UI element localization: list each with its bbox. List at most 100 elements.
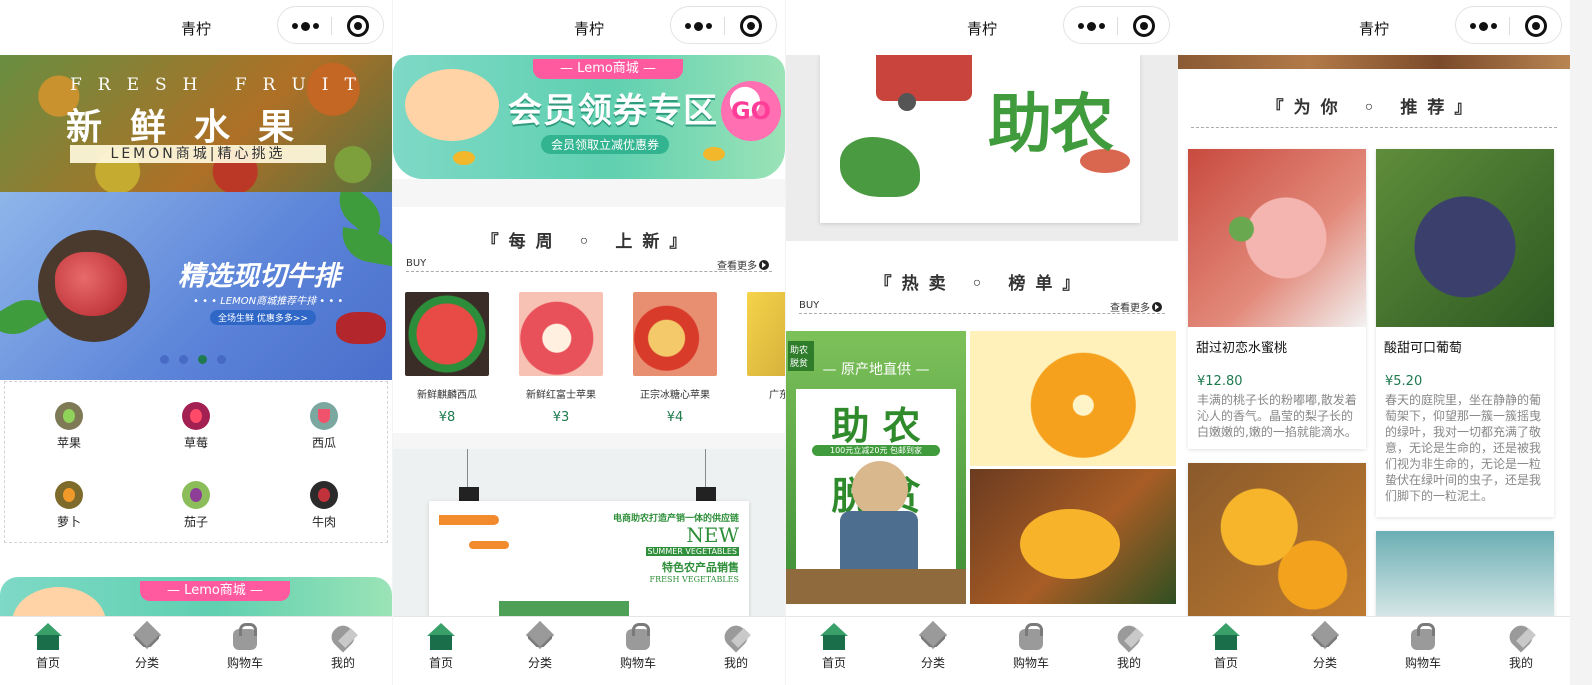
more-icon[interactable] [1470, 19, 1504, 33]
tab-label: 分类 [527, 656, 552, 670]
tab-category[interactable]: 分类 [1295, 623, 1355, 671]
category-icon [131, 623, 163, 651]
coconut-card[interactable] [1376, 531, 1554, 616]
category-apple[interactable]: 苹果 [39, 402, 99, 451]
close-miniapp-icon[interactable] [347, 15, 369, 37]
steak-image [55, 252, 127, 316]
coupon-sub: 会员领取立减优惠券 [541, 135, 670, 154]
section-gap [393, 433, 785, 449]
product-card[interactable]: 正宗冰糖心苹果 ¥4 [629, 292, 721, 425]
weekly-more-link[interactable]: 查看更多 [717, 257, 769, 272]
poster-big-text [499, 601, 629, 616]
recommend-content: 『为你 ◦ 推荐』 甜过初恋水蜜桃 ¥12.80 丰满的桃子长的粉嘟嘟,散发着沁… [1178, 55, 1570, 616]
farmer-image [852, 461, 908, 517]
coin-icon [453, 151, 475, 165]
fruit-banner-cn: 新鲜水果 [66, 107, 323, 148]
weekly-buy-label: BUY [406, 258, 427, 269]
tab-bar: 首页 分类 购物车 我的 [0, 616, 392, 685]
home-icon [1210, 623, 1242, 651]
leaf-icon [337, 227, 392, 267]
steak-banner-sub: • • • LEMON商城推荐牛排 • • • [193, 296, 344, 307]
weekly-title: 『每周 ◦ 上新』 [481, 232, 697, 252]
product-card[interactable]: 广东网纹 ¥ [743, 292, 785, 425]
truck-icon [876, 55, 972, 101]
tab-profile[interactable]: 我的 [313, 623, 373, 671]
close-miniapp-icon[interactable] [1133, 15, 1155, 37]
tab-category[interactable]: 分类 [117, 623, 177, 671]
category-label: 茄子 [183, 515, 208, 529]
product-name: 新鲜红富士苹果 [526, 390, 596, 401]
close-miniapp-icon[interactable] [1525, 15, 1547, 37]
tab-label: 首页 [821, 656, 846, 670]
piggy-bank-icon [405, 69, 499, 141]
tab-bar: 首页 分类 购物车 我的 [1178, 616, 1570, 685]
tab-bar: 首页 分类 购物车 我的 [393, 616, 785, 685]
hot-item-mango[interactable] [970, 469, 1176, 604]
menu-capsule [670, 6, 777, 44]
tab-home[interactable]: 首页 [18, 623, 78, 671]
carousel-dot[interactable] [160, 355, 169, 364]
close-miniapp-icon[interactable] [740, 15, 762, 37]
strawberry-icon [182, 402, 210, 430]
phone-weekly: 青柠 — Lemo商城 — 会员领券专区 会员领取立减优惠券 GO 『每周 ◦ … [393, 0, 785, 685]
tab-category[interactable]: 分类 [510, 623, 570, 671]
coupon-go-button[interactable]: GO [721, 81, 781, 141]
category-strawberry[interactable]: 草莓 [166, 402, 226, 451]
hot-more-link[interactable]: 查看更多 [1110, 299, 1162, 314]
stage: 青柠 FRESH FRUIT 新鲜水果 LEMON商城|精心挑选 精选现切牛排 … [0, 0, 1592, 685]
nuts-banner-edge [1178, 55, 1570, 69]
recommend-desc: 丰满的桃子长的粉嘟嘟,散发着沁人的香气。晶莹的梨子长的白嫩嫩的,嫩的一掐就能滴水… [1197, 393, 1357, 439]
menu-capsule [1063, 6, 1170, 44]
hot-item-farm[interactable]: 助农脱贫 — 原产地直供 — 助 农 100元立减20元 包邮到家 脱 贫 [786, 331, 966, 604]
product-card[interactable]: 新鲜麒麟西瓜 ¥8 [401, 292, 493, 425]
tab-profile[interactable]: 我的 [1099, 623, 1159, 671]
category-grid: 苹果 草莓 西瓜 萝卜 茄子 牛肉 [4, 381, 388, 543]
apple-image [633, 292, 717, 376]
navbar: 青柠 [1178, 0, 1570, 55]
product-card[interactable]: 新鲜红富士苹果 ¥3 [515, 292, 607, 425]
recommend-card[interactable]: 酸甜可口葡萄 ¥5.20 春天的庭院里，坐在静静的葡萄架下，仰望那一簇一簇摇曳的… [1376, 149, 1554, 517]
tab-cart[interactable]: 购物车 [1393, 623, 1453, 671]
tab-category[interactable]: 分类 [903, 623, 963, 671]
tab-profile[interactable]: 我的 [1491, 623, 1551, 671]
category-watermelon[interactable]: 西瓜 [294, 402, 354, 451]
navbar: 青柠 [393, 0, 785, 55]
profile-icon [1113, 623, 1145, 651]
tab-label: 购物车 [226, 656, 263, 670]
mango-card[interactable] [1188, 463, 1366, 616]
tab-home[interactable]: 首页 [411, 623, 471, 671]
tab-cart[interactable]: 购物车 [1001, 623, 1061, 671]
more-icon[interactable] [1078, 19, 1112, 33]
more-icon[interactable] [292, 19, 326, 33]
tab-home[interactable]: 首页 [804, 623, 864, 671]
coupon-banner-peek[interactable]: — Lemo商城 — [0, 577, 392, 616]
carousel-dots [160, 355, 226, 364]
category-beef[interactable]: 牛肉 [294, 481, 354, 530]
carousel-dot[interactable] [217, 355, 226, 364]
product-name: 广东网纹 [769, 390, 785, 401]
help-farm-poster[interactable]: 助农 [786, 55, 1178, 241]
vegetable-poster[interactable]: 电商助农打造产销一体的供应链 NEW SUMMER VEGETABLES 特色农… [393, 449, 785, 616]
fruit-banner[interactable]: FRESH FRUIT 新鲜水果 LEMON商城|精心挑选 [0, 55, 392, 192]
carousel-dot[interactable] [179, 355, 188, 364]
hot-item-orange[interactable] [970, 331, 1176, 466]
category-label: 西瓜 [311, 436, 336, 450]
melon-image [747, 292, 785, 376]
coupon-banner[interactable]: — Lemo商城 — 会员领券专区 会员领取立减优惠券 GO [393, 55, 785, 179]
tab-cart[interactable]: 购物车 [215, 623, 275, 671]
cart-icon [622, 623, 654, 651]
tab-cart[interactable]: 购物车 [608, 623, 668, 671]
carousel-dot-active[interactable] [198, 355, 207, 364]
category-icon [524, 623, 556, 651]
recommend-card[interactable]: 甜过初恋水蜜桃 ¥12.80 丰满的桃子长的粉嘟嘟,散发着沁人的香气。晶莹的梨子… [1188, 149, 1366, 449]
steak-banner[interactable]: 精选现切牛排 • • • LEMON商城推荐牛排 • • • 全场生鲜 优惠多多… [0, 192, 392, 380]
phone-recommend: 青柠 『为你 ◦ 推荐』 甜过初恋水蜜桃 ¥12.80 丰满的桃子长的粉嘟嘟,散… [1178, 0, 1570, 685]
grape-image [1376, 149, 1554, 327]
more-icon[interactable] [685, 19, 719, 33]
category-eggplant[interactable]: 茄子 [166, 481, 226, 530]
category-carrot[interactable]: 萝卜 [39, 481, 99, 530]
recommend-name: 甜过初恋水蜜桃 [1196, 341, 1288, 356]
recommend-price: ¥12.80 [1197, 374, 1243, 389]
tab-home[interactable]: 首页 [1196, 623, 1256, 671]
tab-profile[interactable]: 我的 [706, 623, 766, 671]
